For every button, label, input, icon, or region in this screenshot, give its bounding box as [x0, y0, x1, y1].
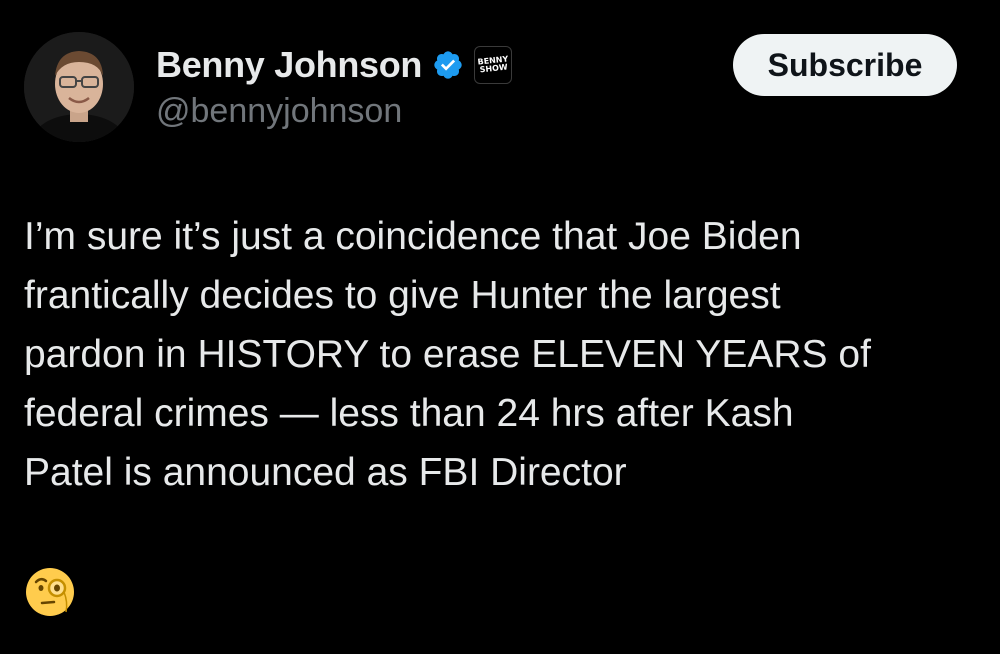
affiliate-badge[interactable]: BENNY SHOW: [474, 46, 513, 84]
avatar-image: [24, 32, 134, 142]
name-row: Benny Johnson BENNY SHOW: [156, 40, 513, 90]
verified-badge-icon: [434, 51, 462, 79]
tweet-text-line: I’m sure it’s just a coincidence that Jo…: [24, 215, 802, 258]
tweet-text-line: frantically decides to give Hunter the l…: [24, 274, 781, 317]
tweet-text-line: federal crimes — less than 24 hrs after …: [24, 392, 794, 435]
avatar[interactable]: [24, 32, 134, 142]
tweet-text-line: pardon in HISTORY to erase ELEVEN YEARS …: [24, 333, 871, 376]
display-name[interactable]: Benny Johnson: [156, 44, 422, 86]
affiliate-badge-logo: BENNY SHOW: [476, 54, 509, 75]
subscribe-button[interactable]: Subscribe: [733, 34, 957, 96]
tweet-text: I’m sure it’s just a coincidence that Jo…: [24, 207, 964, 502]
user-handle[interactable]: @bennyjohnson: [156, 92, 402, 131]
tweet-text-line: Patel is announced as FBI Director: [24, 451, 627, 494]
face-with-monocle-icon: [24, 566, 76, 618]
